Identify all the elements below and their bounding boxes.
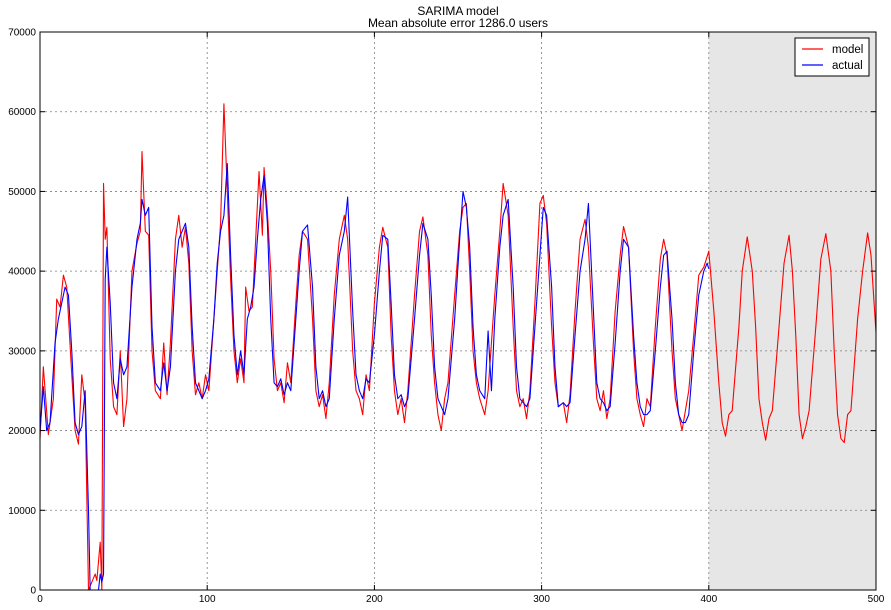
legend-label-model: model	[832, 44, 863, 56]
forecast-shaded-region	[708, 32, 876, 590]
y-tick-label: 10000	[8, 506, 36, 517]
y-tick-label: 30000	[8, 346, 36, 357]
x-tick-label: 0	[37, 594, 43, 605]
chart-subtitle: Mean absolute error 1286.0 users	[368, 16, 548, 30]
y-tick-label: 40000	[8, 267, 36, 278]
x-tick-label: 200	[366, 594, 383, 605]
y-tick-label: 20000	[8, 426, 36, 437]
legend-label-actual: actual	[832, 60, 863, 72]
x-tick-label: 500	[868, 594, 885, 605]
x-tick-label: 300	[533, 594, 550, 605]
y-tick-label: 70000	[8, 28, 36, 39]
x-tick-label: 100	[199, 594, 216, 605]
sarima-chart: 0 100 200 300 400 500 0 10000 20000 30000 40000 500…	[8, 4, 885, 605]
x-tick-label: 400	[700, 594, 717, 605]
legend: model actual	[794, 37, 870, 77]
y-tick-label: 50000	[8, 187, 36, 198]
y-tick-label: 0	[30, 586, 36, 597]
y-tick-label: 60000	[8, 107, 36, 118]
